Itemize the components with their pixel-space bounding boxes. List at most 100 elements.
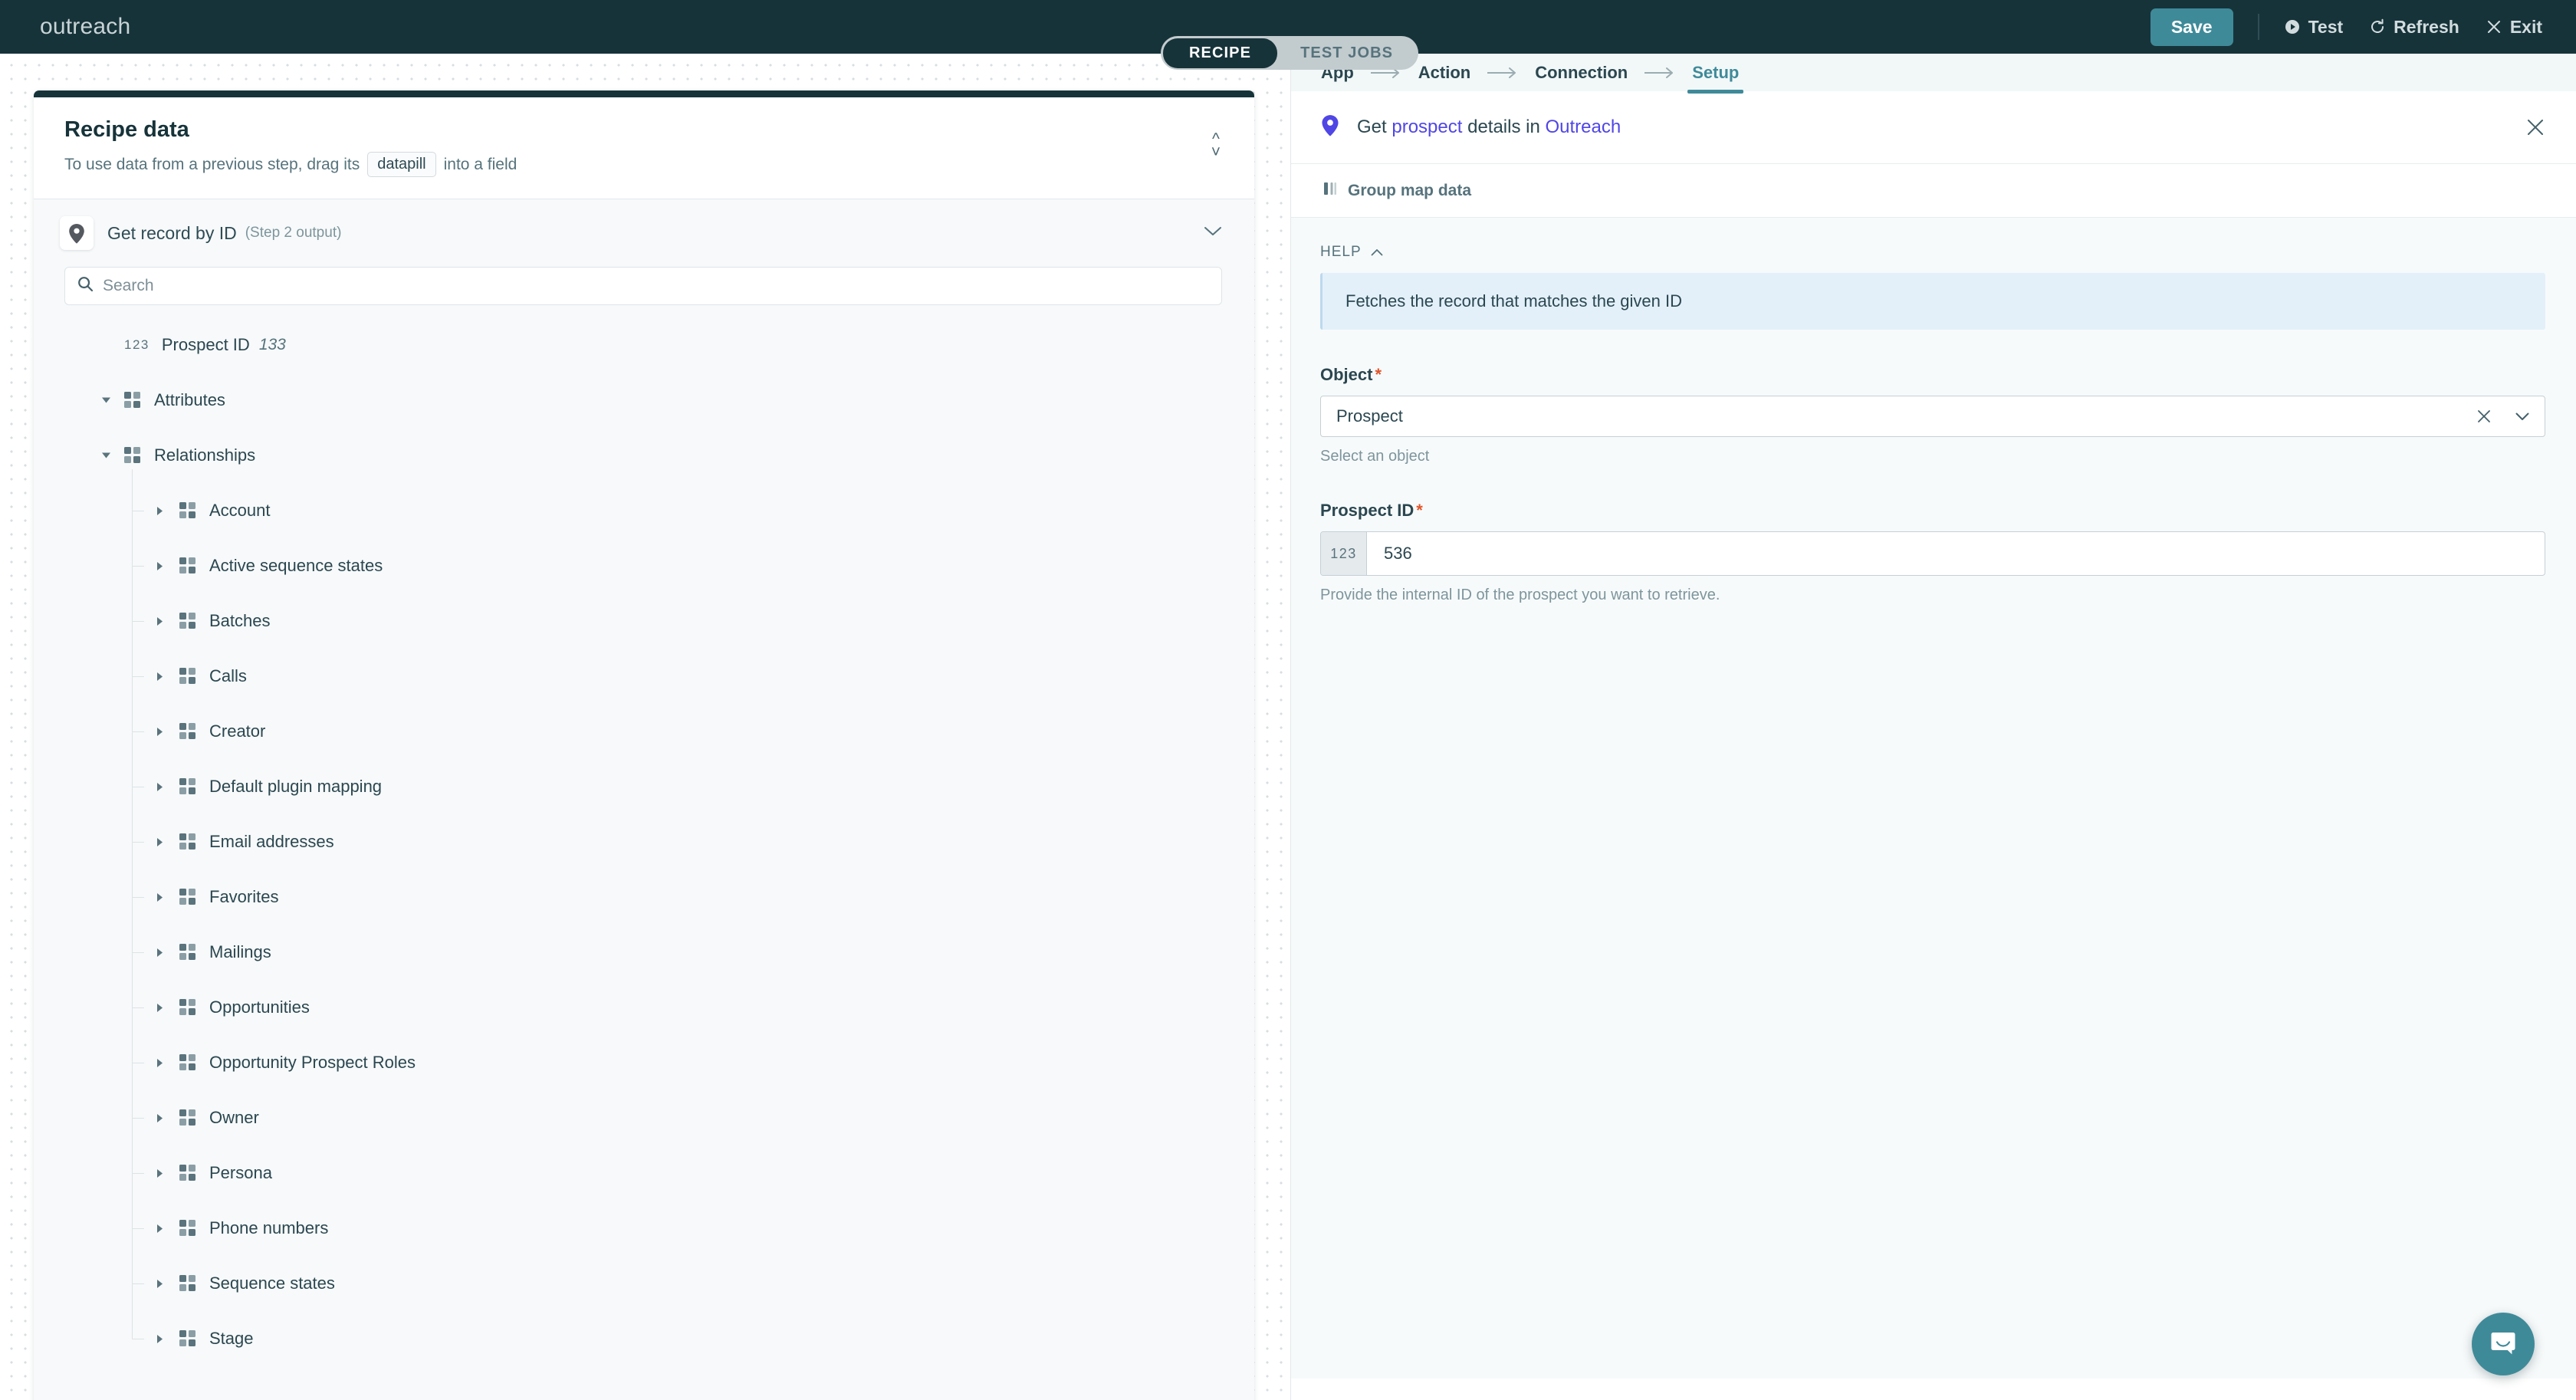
group-map-data-label: Group map data bbox=[1348, 182, 1471, 200]
expand-collapse-toggle[interactable]: ^ ˅ bbox=[1211, 134, 1221, 157]
test-button[interactable]: Test bbox=[2284, 17, 2344, 38]
chevron-right-icon[interactable] bbox=[156, 1279, 170, 1289]
search-container bbox=[34, 267, 1254, 305]
chevron-right-icon[interactable] bbox=[156, 1168, 170, 1178]
number-type-icon: 123 bbox=[124, 337, 150, 353]
tree-item[interactable]: Default plugin mapping bbox=[34, 759, 1254, 814]
grid-object-icon bbox=[179, 1330, 209, 1347]
tree-item[interactable]: Attributes bbox=[34, 373, 1254, 428]
tree-item[interactable]: 123Prospect ID133 bbox=[34, 317, 1254, 373]
chevron-right-icon[interactable] bbox=[156, 561, 170, 571]
chevron-down-icon[interactable] bbox=[101, 396, 115, 404]
chevron-right-icon[interactable] bbox=[156, 506, 170, 516]
chevron-right-icon[interactable] bbox=[156, 672, 170, 682]
tree-item-label: Phone numbers bbox=[209, 1218, 328, 1238]
tree-item[interactable]: Creator bbox=[34, 704, 1254, 759]
panel-title-part-0: Get bbox=[1357, 117, 1392, 137]
breadcrumb-item-connection[interactable]: Connection bbox=[1535, 63, 1628, 83]
tree-item[interactable]: Favorites bbox=[34, 869, 1254, 925]
object-field-hint: Select an object bbox=[1320, 448, 2545, 465]
subtitle-text-after: into a field bbox=[444, 156, 518, 174]
chevron-right-icon[interactable] bbox=[156, 616, 170, 626]
chevron-right-icon[interactable] bbox=[156, 1224, 170, 1234]
step-config-panel: AppActionConnectionSetup Get prospect de… bbox=[1290, 54, 2576, 1400]
tree-item[interactable]: Phone numbers bbox=[34, 1201, 1254, 1256]
chevron-right-icon[interactable] bbox=[156, 1334, 170, 1344]
tree-item[interactable]: Relationships bbox=[34, 428, 1254, 483]
tree-item[interactable]: Account bbox=[34, 483, 1254, 538]
grid-object-icon bbox=[179, 944, 209, 961]
prospect-id-input[interactable] bbox=[1367, 532, 2545, 575]
tree-item[interactable]: Sequence states bbox=[34, 1256, 1254, 1311]
chat-bubble-icon bbox=[2487, 1326, 2519, 1362]
grid-object-icon bbox=[179, 557, 209, 574]
tab-test-jobs[interactable]: TEST JOBS bbox=[1277, 38, 1416, 68]
datapill-chip[interactable]: datapill bbox=[367, 152, 435, 177]
search-box[interactable] bbox=[64, 267, 1222, 305]
close-icon[interactable] bbox=[2525, 117, 2545, 137]
panel-title-part-2: details in bbox=[1462, 117, 1545, 137]
tree-item[interactable]: Mailings bbox=[34, 925, 1254, 980]
tree-item-label: Favorites bbox=[209, 887, 278, 907]
outreach-pin-icon bbox=[1320, 114, 1340, 140]
tree-item[interactable]: Opportunity Prospect Roles bbox=[34, 1035, 1254, 1090]
chevron-right-icon[interactable] bbox=[156, 1058, 170, 1068]
chevron-right-icon[interactable] bbox=[156, 837, 170, 847]
breadcrumb-item-action[interactable]: Action bbox=[1418, 63, 1470, 83]
chat-widget-button[interactable] bbox=[2472, 1313, 2535, 1375]
tree-item[interactable]: Batches bbox=[34, 593, 1254, 649]
chevron-down-icon[interactable] bbox=[101, 452, 115, 459]
breadcrumb: AppActionConnectionSetup bbox=[1291, 54, 2576, 91]
tree-item-label: Prospect ID bbox=[162, 335, 250, 355]
chevron-right-icon[interactable] bbox=[156, 948, 170, 958]
chevron-right-icon[interactable] bbox=[156, 1113, 170, 1123]
datapill-tree: 123Prospect ID133AttributesRelationships… bbox=[34, 305, 1254, 1400]
tree-item[interactable]: Opportunities bbox=[34, 980, 1254, 1035]
tree-item[interactable]: Persona bbox=[34, 1145, 1254, 1201]
grid-object-icon bbox=[179, 778, 209, 795]
tree-item[interactable]: Active sequence states bbox=[34, 538, 1254, 593]
exit-button[interactable]: Exit bbox=[2486, 17, 2542, 38]
search-input[interactable] bbox=[103, 277, 1209, 295]
step-title: Get record by ID bbox=[107, 223, 237, 244]
clear-icon[interactable] bbox=[2476, 408, 2492, 425]
breadcrumb-item-setup[interactable]: Setup bbox=[1692, 63, 1739, 83]
grid-object-icon bbox=[179, 1165, 209, 1181]
tree-item[interactable]: Owner bbox=[34, 1090, 1254, 1145]
required-asterisk: * bbox=[1375, 365, 1382, 384]
tree-item-label: Active sequence states bbox=[209, 556, 383, 576]
refresh-icon bbox=[2369, 18, 2386, 35]
chevron-right-icon[interactable] bbox=[156, 727, 170, 737]
chevron-right-icon[interactable] bbox=[156, 782, 170, 792]
tab-recipe[interactable]: RECIPE bbox=[1163, 38, 1277, 68]
panel-title-part-3[interactable]: Outreach bbox=[1545, 117, 1621, 137]
help-label: HELP bbox=[1320, 244, 1362, 261]
tree-item[interactable]: Stage bbox=[34, 1311, 1254, 1366]
prospect-id-field-label: Prospect ID* bbox=[1320, 501, 2545, 521]
tree-item-label: Persona bbox=[209, 1163, 272, 1183]
panel-title-part-1[interactable]: prospect bbox=[1392, 117, 1462, 137]
tree-item-label: Batches bbox=[209, 611, 271, 631]
prospect-id-field[interactable]: 123 bbox=[1320, 531, 2545, 576]
group-map-data-button[interactable]: Group map data bbox=[1291, 164, 2576, 218]
refresh-button[interactable]: Refresh bbox=[2369, 17, 2459, 38]
object-select[interactable]: Prospect bbox=[1320, 396, 2545, 437]
save-button[interactable]: Save bbox=[2150, 8, 2233, 46]
help-section-toggle[interactable]: HELP bbox=[1320, 244, 2545, 261]
chevron-right-icon[interactable] bbox=[156, 1003, 170, 1013]
grid-object-icon bbox=[179, 999, 209, 1016]
prospect-id-label-text: Prospect ID bbox=[1320, 501, 1414, 520]
chevron-down-icon[interactable] bbox=[2515, 412, 2529, 421]
app-brand-logo[interactable]: outreach bbox=[40, 14, 130, 40]
step-output-header[interactable]: Get record by ID (Step 2 output) bbox=[34, 199, 1254, 267]
tree-item-label: Sequence states bbox=[209, 1273, 335, 1293]
tree-item[interactable]: Email addresses bbox=[34, 814, 1254, 869]
chevron-up-icon bbox=[1371, 244, 1383, 261]
object-select-value: Prospect bbox=[1336, 406, 1403, 426]
step-subtitle: (Step 2 output) bbox=[245, 225, 342, 242]
chevron-down-icon[interactable] bbox=[1204, 225, 1222, 242]
chevron-right-icon[interactable] bbox=[156, 892, 170, 902]
help-text: Fetches the record that matches the give… bbox=[1320, 273, 2545, 330]
tree-item[interactable]: Calls bbox=[34, 649, 1254, 704]
chevron-down-icon: ˅ bbox=[1211, 147, 1221, 157]
